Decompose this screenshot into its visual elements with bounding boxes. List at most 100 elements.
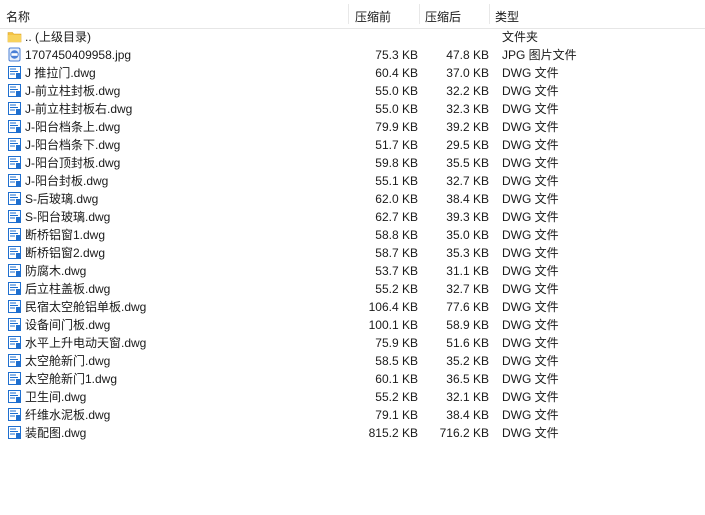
dwg-file-icon xyxy=(7,209,22,224)
dwg-file-icon xyxy=(7,245,22,260)
file-compressed-size: 38.4 KB xyxy=(446,192,489,206)
file-type: DWG 文件 xyxy=(502,426,559,440)
column-header-name[interactable]: 名称 xyxy=(6,8,30,25)
file-compressed-size: 32.1 KB xyxy=(446,390,489,404)
dwg-file-icon xyxy=(7,335,22,350)
file-compressed-size: 35.3 KB xyxy=(446,246,489,260)
file-type: DWG 文件 xyxy=(502,66,559,80)
dwg-file-icon xyxy=(7,119,22,134)
file-name: 设备间门板.dwg xyxy=(25,318,111,332)
dwg-file-icon xyxy=(7,173,22,188)
file-row[interactable]: 卫生间.dwg 55.2 KB 32.1 KB DWG 文件 xyxy=(0,388,705,406)
file-compressed-size: 36.5 KB xyxy=(446,372,489,386)
file-row[interactable]: 断桥铝窗2.dwg 58.7 KB 35.3 KB DWG 文件 xyxy=(0,244,705,262)
file-row[interactable]: 太空舱新门.dwg 58.5 KB 35.2 KB DWG 文件 xyxy=(0,352,705,370)
file-row[interactable]: J 推拉门.dwg 60.4 KB 37.0 KB DWG 文件 xyxy=(0,64,705,82)
file-row[interactable]: J-前立柱封板右.dwg 55.0 KB 32.3 KB DWG 文件 xyxy=(0,100,705,118)
file-compressed-size: 39.3 KB xyxy=(446,210,489,224)
file-type: DWG 文件 xyxy=(502,282,559,296)
file-name: S-阳台玻璃.dwg xyxy=(25,210,111,224)
file-name: 装配图.dwg xyxy=(25,426,87,440)
dwg-file-icon xyxy=(7,371,22,386)
column-header-bar: 名称 压缩前 压缩后 类型 xyxy=(0,0,705,29)
file-name: J-阳台档条上.dwg xyxy=(25,120,121,134)
column-separator[interactable] xyxy=(419,4,420,24)
file-type: DWG 文件 xyxy=(502,354,559,368)
file-row[interactable]: 水平上升电动天窗.dwg 75.9 KB 51.6 KB DWG 文件 xyxy=(0,334,705,352)
file-name: 太空舱新门.dwg xyxy=(25,354,111,368)
file-row[interactable]: 断桥铝窗1.dwg 58.8 KB 35.0 KB DWG 文件 xyxy=(0,226,705,244)
file-row[interactable]: S-阳台玻璃.dwg 62.7 KB 39.3 KB DWG 文件 xyxy=(0,208,705,226)
file-row[interactable]: J-阳台封板.dwg 55.1 KB 32.7 KB DWG 文件 xyxy=(0,172,705,190)
file-type: DWG 文件 xyxy=(502,318,559,332)
file-row[interactable]: J-阳台顶封板.dwg 59.8 KB 35.5 KB DWG 文件 xyxy=(0,154,705,172)
file-type: DWG 文件 xyxy=(502,84,559,98)
file-name: 水平上升电动天窗.dwg xyxy=(25,336,147,350)
file-name: J-前立柱封板右.dwg xyxy=(25,102,133,116)
folder-icon xyxy=(7,29,22,44)
file-name: J-前立柱封板.dwg xyxy=(25,84,121,98)
file-type: DWG 文件 xyxy=(502,228,559,242)
file-compressed-size: 35.2 KB xyxy=(446,354,489,368)
file-compressed-size: 32.7 KB xyxy=(446,174,489,188)
file-row[interactable]: S-后玻璃.dwg 62.0 KB 38.4 KB DWG 文件 xyxy=(0,190,705,208)
file-name: J-阳台顶封板.dwg xyxy=(25,156,121,170)
file-name: 后立柱盖板.dwg xyxy=(25,282,111,296)
dwg-file-icon xyxy=(7,281,22,296)
file-type: DWG 文件 xyxy=(502,264,559,278)
file-compressed-size: 47.8 KB xyxy=(446,48,489,62)
file-type: 文件夹 xyxy=(502,30,539,44)
file-name: 防腐木.dwg xyxy=(25,264,87,278)
file-row[interactable]: J-阳台档条下.dwg 51.7 KB 29.5 KB DWG 文件 xyxy=(0,136,705,154)
file-row[interactable]: 设备间门板.dwg 100.1 KB 58.9 KB DWG 文件 xyxy=(0,316,705,334)
file-row[interactable]: .. (上级目录) 文件夹 xyxy=(0,28,705,46)
dwg-file-icon xyxy=(7,137,22,152)
file-row[interactable]: 纤维水泥板.dwg 79.1 KB 38.4 KB DWG 文件 xyxy=(0,406,705,424)
dwg-file-icon xyxy=(7,263,22,278)
file-compressed-size: 35.0 KB xyxy=(446,228,489,242)
column-header-compressed-size[interactable]: 压缩后 xyxy=(425,8,461,25)
file-type: DWG 文件 xyxy=(502,390,559,404)
file-type: DWG 文件 xyxy=(502,336,559,350)
file-compressed-size: 37.0 KB xyxy=(446,66,489,80)
file-row[interactable]: J-阳台档条上.dwg 79.9 KB 39.2 KB DWG 文件 xyxy=(0,118,705,136)
dwg-file-icon xyxy=(7,317,22,332)
file-type: DWG 文件 xyxy=(502,300,559,314)
file-type: DWG 文件 xyxy=(502,372,559,386)
dwg-file-icon xyxy=(7,155,22,170)
file-row[interactable]: 后立柱盖板.dwg 55.2 KB 32.7 KB DWG 文件 xyxy=(0,280,705,298)
file-row[interactable]: J-前立柱封板.dwg 55.0 KB 32.2 KB DWG 文件 xyxy=(0,82,705,100)
file-compressed-size: 716.2 KB xyxy=(439,426,489,440)
file-type: DWG 文件 xyxy=(502,138,559,152)
file-type: DWG 文件 xyxy=(502,192,559,206)
column-header-type[interactable]: 类型 xyxy=(495,8,519,25)
file-row[interactable]: 太空舱新门1.dwg 60.1 KB 36.5 KB DWG 文件 xyxy=(0,370,705,388)
dwg-file-icon xyxy=(7,191,22,206)
file-row[interactable]: 民宿太空舱铝单板.dwg 106.4 KB 77.6 KB DWG 文件 xyxy=(0,298,705,316)
file-name: J-阳台封板.dwg xyxy=(25,174,109,188)
file-row[interactable]: 装配图.dwg 815.2 KB 716.2 KB DWG 文件 xyxy=(0,424,705,442)
file-row[interactable]: 1707450409958.jpg 75.3 KB 47.8 KB JPG 图片文件 xyxy=(0,46,705,64)
column-separator[interactable] xyxy=(489,4,490,24)
file-name: J-阳台档条下.dwg xyxy=(25,138,121,152)
file-name: 1707450409958.jpg xyxy=(25,48,132,62)
column-header-original-size[interactable]: 压缩前 xyxy=(355,8,391,25)
file-compressed-size: 39.2 KB xyxy=(446,120,489,134)
file-compressed-size: 31.1 KB xyxy=(446,264,489,278)
file-row[interactable]: 防腐木.dwg 53.7 KB 31.1 KB DWG 文件 xyxy=(0,262,705,280)
file-type: DWG 文件 xyxy=(502,174,559,188)
file-compressed-size: 51.6 KB xyxy=(446,336,489,350)
file-name: 卫生间.dwg xyxy=(25,390,87,404)
dwg-file-icon xyxy=(7,83,22,98)
file-name: 断桥铝窗2.dwg xyxy=(25,246,106,260)
file-name: 纤维水泥板.dwg xyxy=(25,408,111,422)
dwg-file-icon xyxy=(7,299,22,314)
dwg-file-icon xyxy=(7,227,22,242)
dwg-file-icon xyxy=(7,65,22,80)
column-separator[interactable] xyxy=(348,4,349,24)
file-compressed-size: 32.2 KB xyxy=(446,84,489,98)
file-name: 民宿太空舱铝单板.dwg xyxy=(25,300,147,314)
file-type: DWG 文件 xyxy=(502,246,559,260)
dwg-file-icon xyxy=(7,407,22,422)
file-compressed-size: 35.5 KB xyxy=(446,156,489,170)
